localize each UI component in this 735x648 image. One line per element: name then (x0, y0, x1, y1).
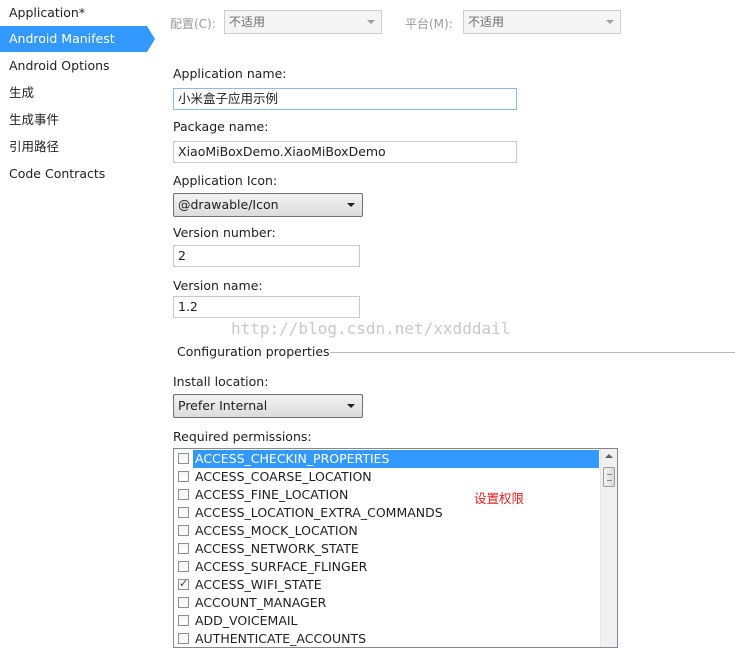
permission-checkbox[interactable] (178, 597, 189, 608)
permission-checkbox[interactable] (178, 577, 189, 590)
permission-label: ACCESS_CHECKIN_PROPERTIES (193, 450, 599, 468)
sidebar: Application* Android Manifest Android Op… (0, 0, 160, 636)
permission-label: ACCESS_MOCK_LOCATION (195, 523, 358, 538)
permission-row[interactable]: ACCESS_FINE_LOCATION (174, 486, 599, 504)
active-pointer-icon (147, 26, 155, 52)
permission-row[interactable]: AUTHENTICATE_ACCOUNTS (174, 630, 599, 647)
config-select[interactable]: 不适用 (224, 10, 382, 34)
app-icon-value: @drawable/Icon (178, 197, 279, 212)
platform-select[interactable]: 不适用 (463, 10, 621, 34)
group-divider (330, 352, 735, 353)
chevron-down-icon (367, 20, 375, 24)
permission-row[interactable]: ACCESS_COARSE_LOCATION (174, 468, 599, 486)
permission-label: ACCOUNT_MANAGER (195, 595, 327, 610)
permission-label: ACCESS_NETWORK_STATE (195, 541, 359, 556)
permission-row[interactable]: ACCESS_MOCK_LOCATION (174, 522, 599, 540)
chevron-down-icon (606, 20, 614, 24)
sidebar-item-android-options[interactable]: Android Options (0, 53, 147, 79)
permission-row[interactable]: ACCESS_LOCATION_EXTRA_COMMANDS (174, 504, 599, 522)
permission-checkbox[interactable] (178, 507, 189, 518)
platform-select-value: 不适用 (468, 15, 505, 29)
app-name-input[interactable]: 小米盒子应用示例 (173, 88, 517, 110)
scroll-up-arrow-icon[interactable] (605, 454, 613, 458)
install-location-dropdown[interactable]: Prefer Internal (173, 394, 363, 418)
permission-row[interactable]: ACCESS_NETWORK_STATE (174, 540, 599, 558)
permission-checkbox[interactable] (178, 561, 189, 572)
install-location-label: Install location: (173, 374, 269, 389)
app-name-label: Application name: (173, 66, 287, 81)
permission-label: ACCESS_FINE_LOCATION (195, 487, 349, 502)
permission-row[interactable]: ACCOUNT_MANAGER (174, 594, 599, 612)
permission-checkbox[interactable] (178, 633, 189, 644)
permission-checkbox[interactable] (178, 543, 189, 554)
package-name-label: Package name: (173, 119, 269, 134)
permission-checkbox[interactable] (178, 489, 189, 500)
version-name-input[interactable]: 1.2 (173, 296, 360, 318)
permission-row[interactable]: ACCESS_CHECKIN_PROPERTIES (174, 450, 599, 468)
permission-label: AUTHENTICATE_ACCOUNTS (195, 631, 367, 646)
app-icon-label: Application Icon: (173, 173, 278, 188)
package-name-input[interactable]: XiaoMiBoxDemo.XiaoMiBoxDemo (173, 141, 517, 163)
permission-row[interactable]: ADD_VOICEMAIL (174, 612, 599, 630)
platform-label: 平台(M): (405, 17, 453, 31)
permission-label: ACCESS_SURFACE_FLINGER (195, 559, 368, 574)
permission-checkbox[interactable] (178, 525, 189, 536)
permission-checkbox[interactable] (178, 615, 189, 626)
version-number-input[interactable]: 2 (173, 245, 360, 267)
permission-checkbox[interactable] (178, 471, 189, 482)
permission-checkbox[interactable] (178, 453, 189, 464)
sidebar-item-android-manifest[interactable]: Android Manifest (0, 26, 147, 52)
permission-row[interactable]: ACCESS_SURFACE_FLINGER (174, 558, 599, 576)
config-label: 配置(C): (170, 17, 216, 31)
permission-label: ACCESS_COARSE_LOCATION (195, 469, 372, 484)
permissions-list[interactable]: ACCESS_CHECKIN_PROPERTIES ACCESS_COARSE_… (173, 448, 618, 648)
chevron-down-icon (347, 203, 355, 207)
app-icon-dropdown[interactable]: @drawable/Icon (173, 193, 363, 217)
version-name-label: Version name: (173, 278, 263, 293)
permissions-scrollbar[interactable] (600, 449, 617, 647)
permission-row[interactable]: ACCESS_WIFI_STATE (174, 576, 599, 594)
sidebar-item-build[interactable]: 生成 (0, 80, 147, 106)
scrollbar-thumb[interactable] (603, 467, 615, 487)
permission-label: ACCESS_WIFI_STATE (195, 577, 322, 592)
required-permissions-label: Required permissions: (173, 429, 312, 444)
permission-label: ACCESS_LOCATION_EXTRA_COMMANDS (195, 505, 443, 520)
annotation-set-permissions: 设置权限 (474, 491, 525, 506)
config-select-value: 不适用 (229, 15, 266, 29)
sidebar-item-application[interactable]: Application* (0, 0, 147, 26)
install-location-value: Prefer Internal (178, 398, 268, 413)
version-number-label: Version number: (173, 225, 276, 240)
sidebar-item-build-events[interactable]: 生成事件 (0, 107, 147, 133)
sidebar-item-code-contracts[interactable]: Code Contracts (0, 161, 147, 187)
chevron-down-icon (347, 404, 355, 408)
permission-label: ADD_VOICEMAIL (195, 613, 298, 628)
configuration-properties-heading: Configuration properties (177, 344, 330, 359)
watermark: http://blog.csdn.net/xxdddail (231, 319, 511, 338)
sidebar-item-reference-paths[interactable]: 引用路径 (0, 134, 147, 160)
